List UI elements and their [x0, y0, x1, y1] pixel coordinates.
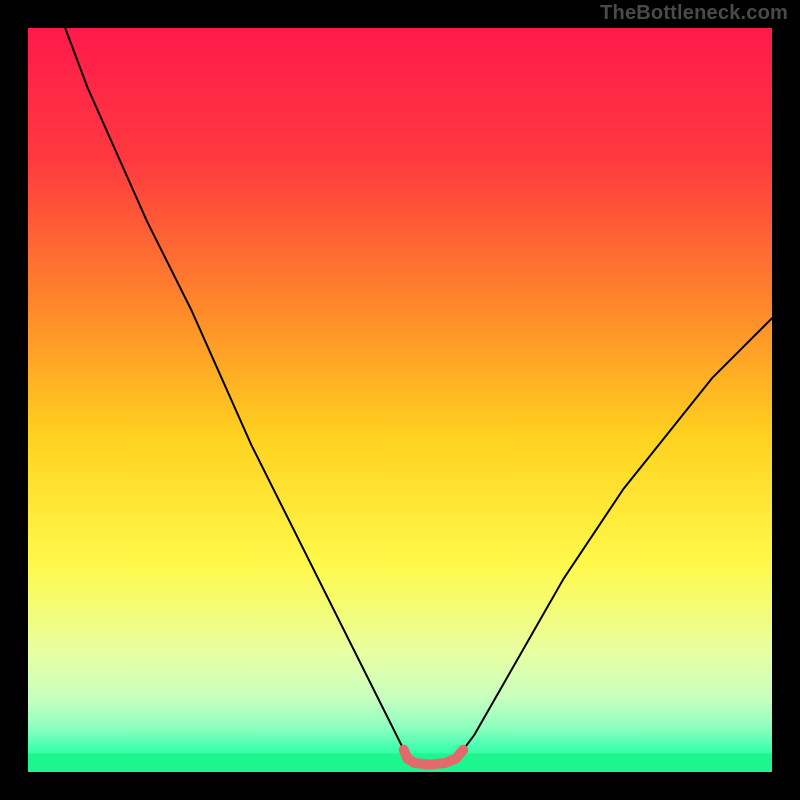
chart-container: TheBottleneck.com [0, 0, 800, 800]
plot-gradient-background [28, 28, 772, 772]
green-band [28, 753, 772, 772]
watermark-text: TheBottleneck.com [600, 2, 788, 25]
chart-svg [0, 0, 800, 800]
